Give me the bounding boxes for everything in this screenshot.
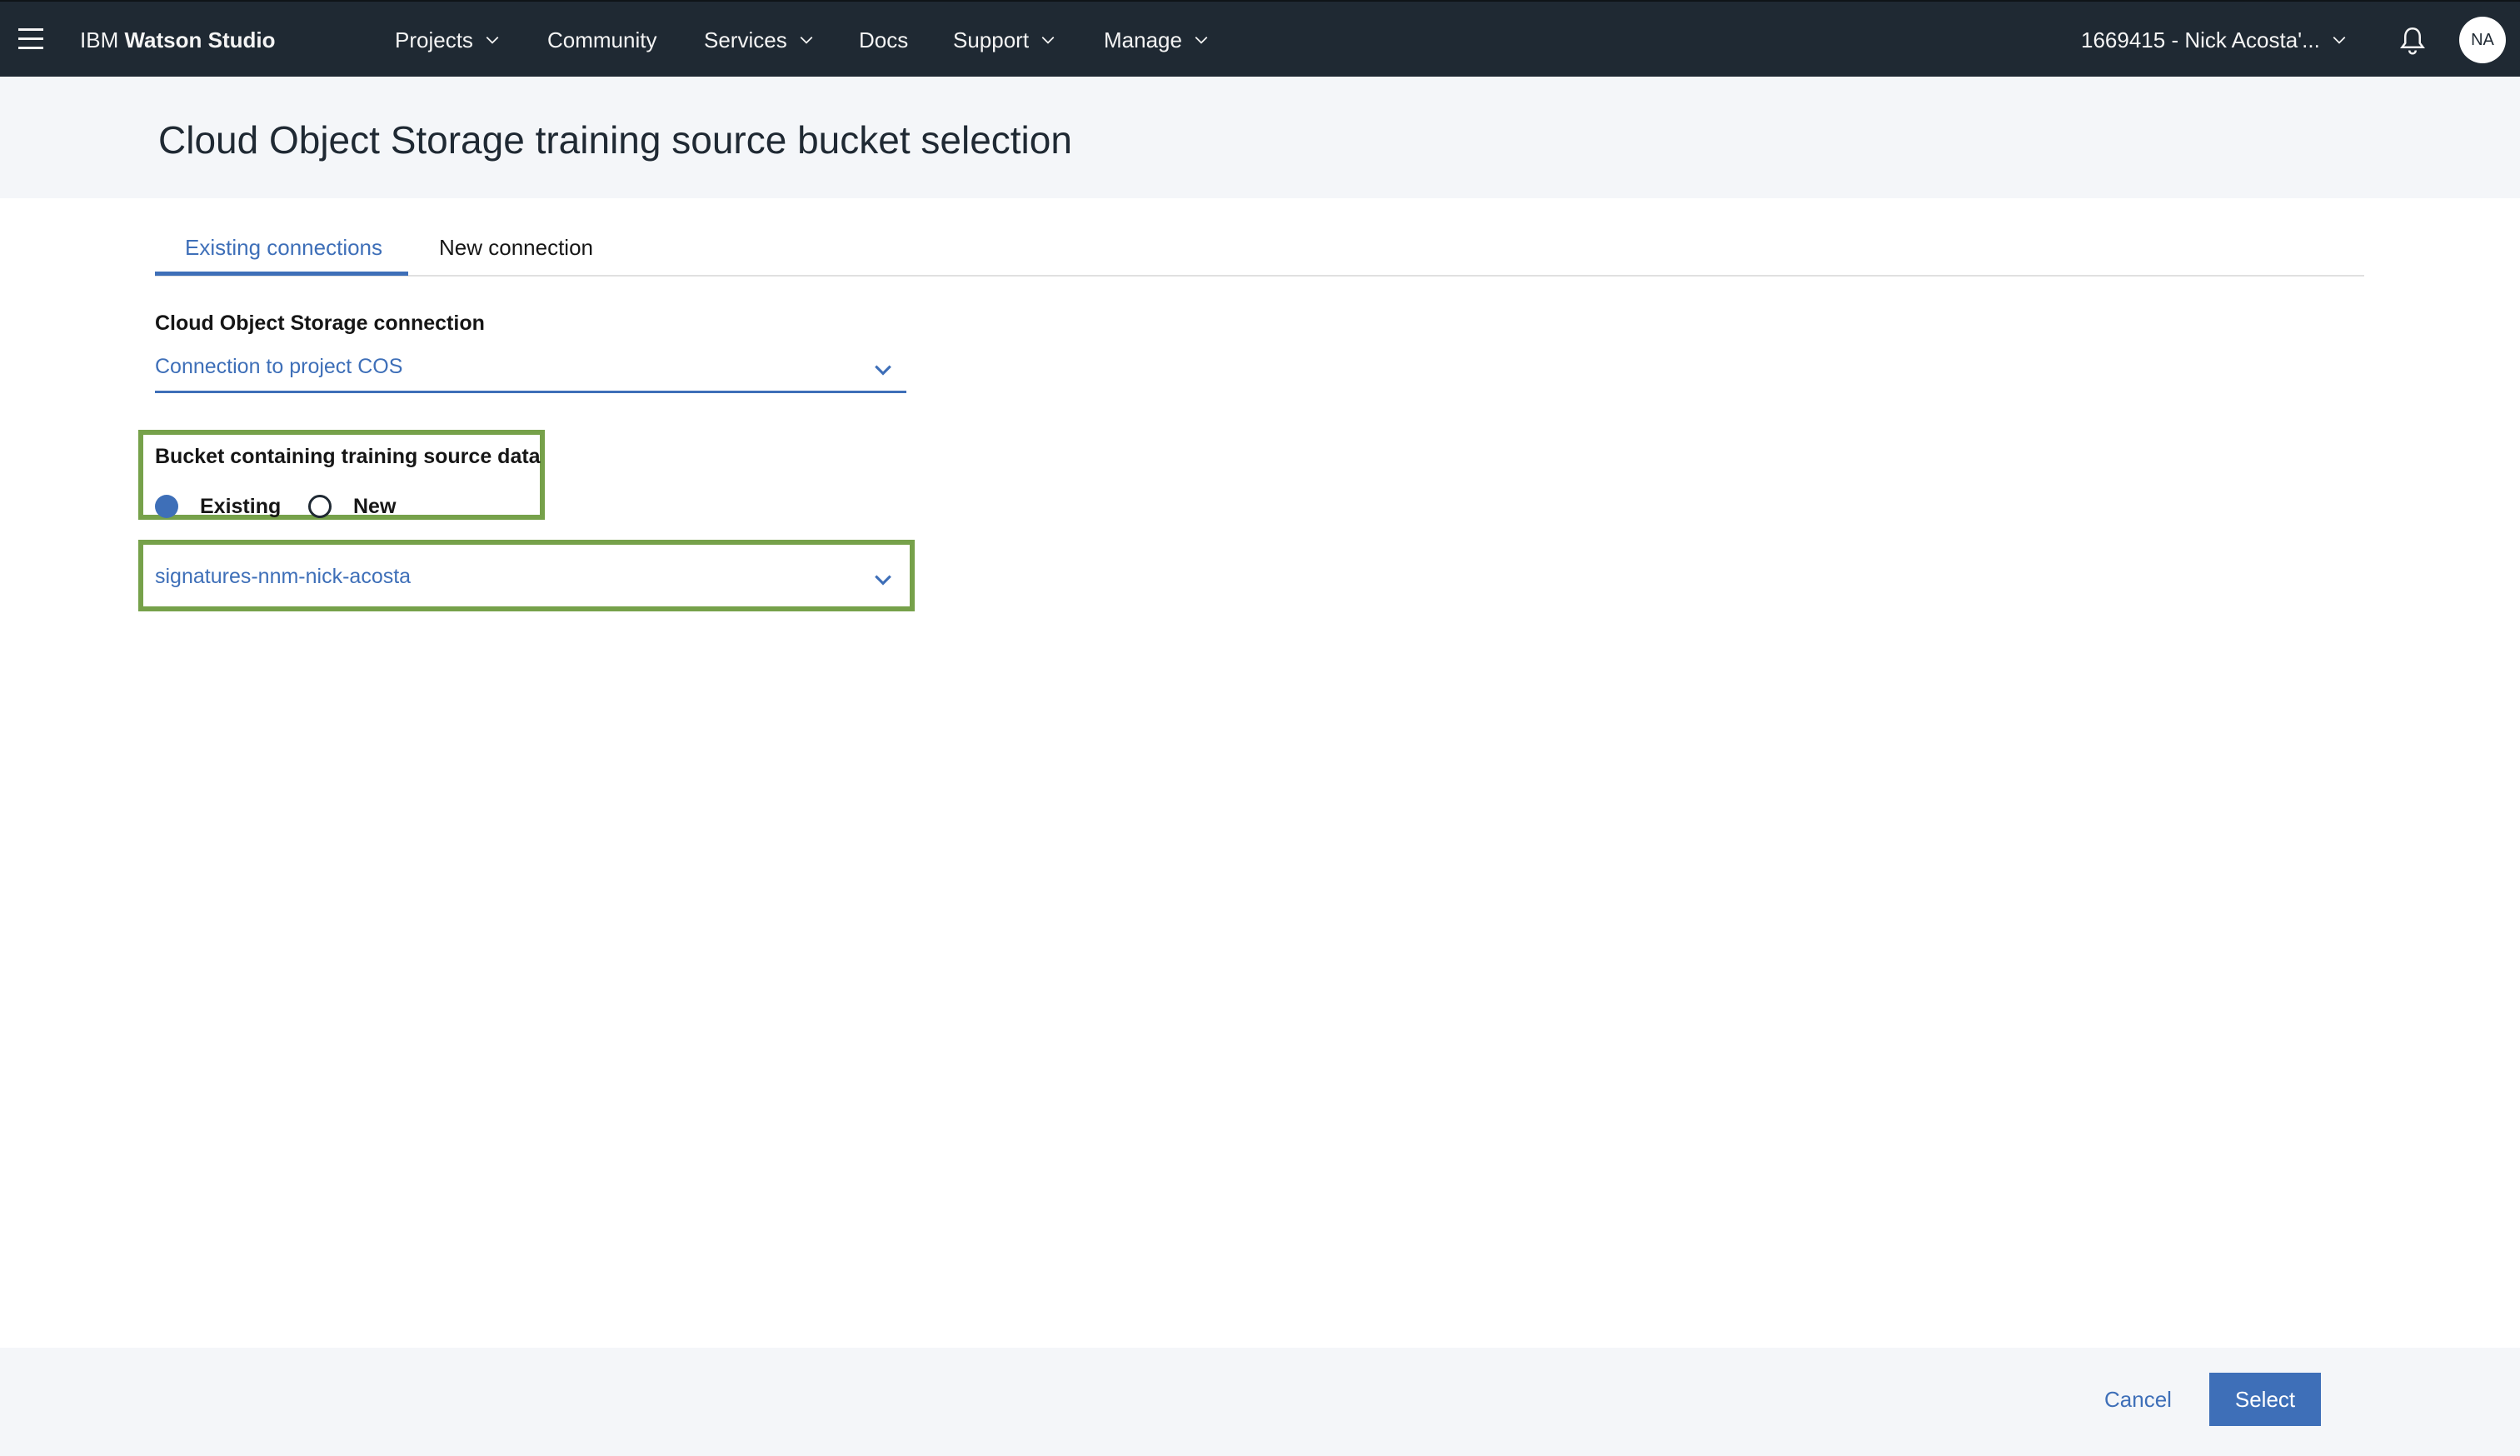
radio-existing[interactable]: Existing: [155, 493, 281, 520]
nav-manage[interactable]: Manage: [1104, 27, 1209, 53]
brand-logo[interactable]: IBM Watson Studio: [80, 27, 275, 53]
top-nav-bar: IBM Watson Studio Projects Community Ser…: [0, 0, 2520, 77]
nav-projects[interactable]: Projects: [395, 27, 500, 53]
tab-new-connection[interactable]: New connection: [439, 233, 593, 262]
select-button[interactable]: Select: [2209, 1373, 2321, 1426]
tab-existing-connections[interactable]: Existing connections: [185, 233, 382, 262]
chevron-down-icon: [1195, 36, 1208, 44]
chevron-down-icon: [2333, 36, 2346, 44]
nav-services[interactable]: Services: [704, 27, 814, 53]
account-label: 1669415 - Nick Acosta'...: [2081, 27, 2320, 52]
chevron-down-icon: [486, 36, 499, 44]
radio-new-indicator[interactable]: [308, 495, 332, 518]
avatar[interactable]: NA: [2459, 17, 2506, 63]
connection-value: Connection to project COS: [155, 355, 403, 378]
brand-name: Watson Studio: [124, 27, 276, 52]
nav-projects-label: Projects: [395, 27, 473, 52]
nav-support-label: Support: [953, 27, 1030, 52]
nav-docs-label: Docs: [859, 27, 909, 52]
nav-services-label: Services: [704, 27, 787, 52]
chevron-down-icon: [875, 575, 891, 586]
bucket-label: Bucket containing training source data: [155, 445, 541, 468]
nav-community[interactable]: Community: [547, 27, 656, 53]
brand-prefix: IBM: [80, 27, 119, 52]
radio-new[interactable]: New: [308, 493, 396, 520]
connection-select[interactable]: Connection to project COS: [155, 350, 906, 393]
nav-manage-label: Manage: [1104, 27, 1182, 52]
bucket-value: signatures-nnm-nick-acosta: [155, 565, 412, 588]
account-switcher[interactable]: 1669415 - Nick Acosta'...: [2081, 27, 2347, 53]
chevron-down-icon: [875, 365, 891, 376]
radio-existing-indicator[interactable]: [155, 495, 178, 518]
chevron-down-icon: [800, 36, 813, 44]
tabs-divider: [155, 275, 2364, 277]
chevron-down-icon: [1041, 36, 1055, 44]
cancel-button[interactable]: Cancel: [2104, 1383, 2172, 1416]
active-tab-indicator: [155, 272, 408, 276]
radio-existing-label: Existing: [200, 495, 282, 518]
bucket-select[interactable]: signatures-nnm-nick-acosta: [155, 550, 906, 601]
hamburger-menu-icon[interactable]: [18, 28, 43, 50]
nav-docs[interactable]: Docs: [859, 27, 908, 53]
bell-icon[interactable]: [2396, 23, 2429, 57]
connection-label: Cloud Object Storage connection: [155, 312, 485, 335]
radio-new-label: New: [353, 495, 397, 518]
nav-community-label: Community: [547, 27, 657, 52]
nav-support[interactable]: Support: [953, 27, 1055, 53]
page-title: Cloud Object Storage training source buc…: [158, 118, 1072, 162]
